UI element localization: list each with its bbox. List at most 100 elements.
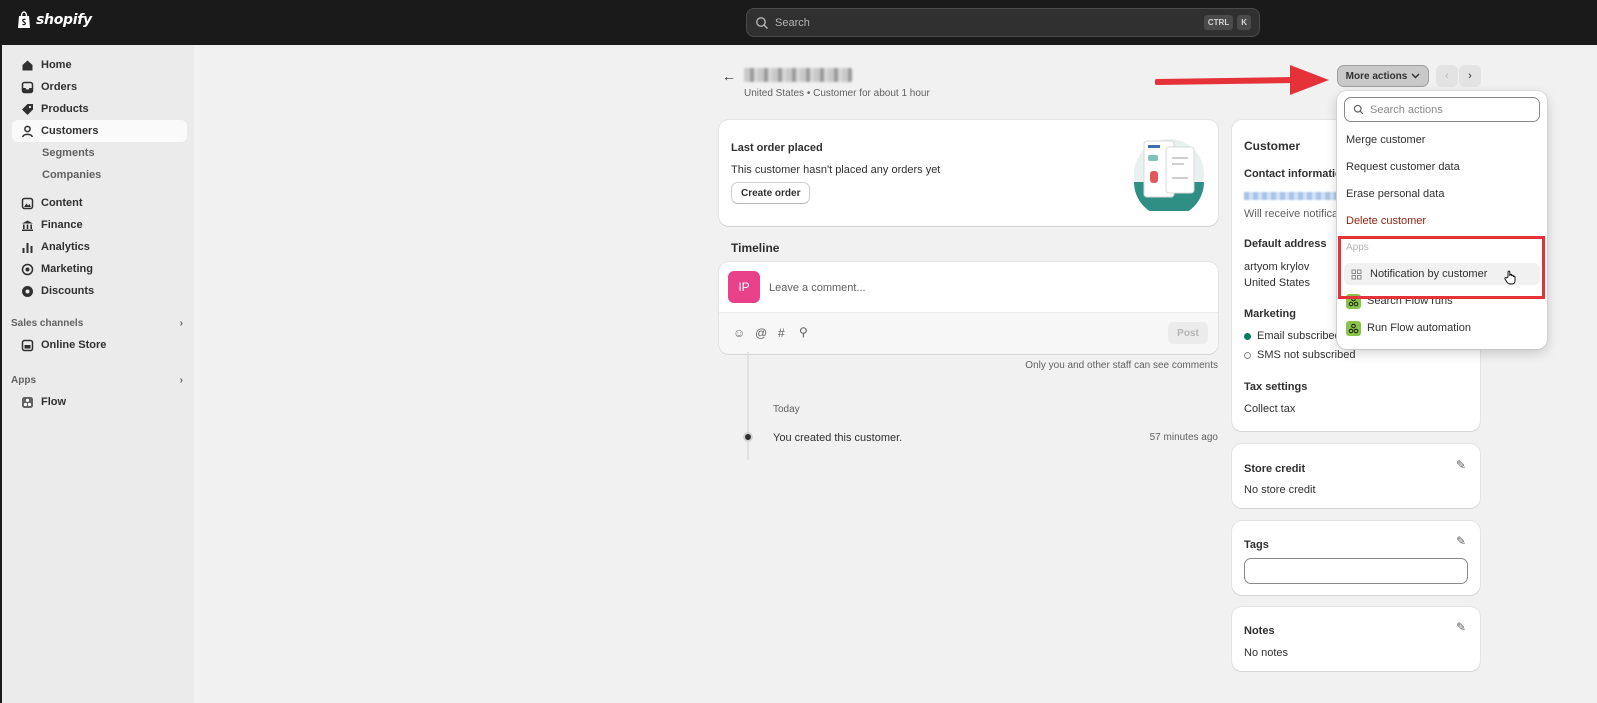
section-label: Apps	[11, 375, 36, 386]
sidebar-item-label: Customers	[41, 125, 99, 137]
app-item-label: Run Flow automation	[1367, 322, 1471, 334]
sales-channels-section[interactable]: Sales channels ›	[11, 318, 183, 329]
sidebar-item-analytics[interactable]: Analytics	[12, 236, 187, 258]
target-icon	[20, 262, 34, 276]
erase-personal-data-item[interactable]: Erase personal data	[1337, 183, 1547, 205]
merge-customer-item[interactable]: Merge customer	[1337, 129, 1547, 151]
section-label: Sales channels	[11, 318, 84, 329]
more-actions-button[interactable]: More actions	[1337, 65, 1429, 87]
shopify-logo[interactable]: shopify	[16, 11, 92, 29]
sidebar-item-label: Products	[41, 103, 89, 115]
order-illustration-icon	[1134, 139, 1204, 211]
timeline-day: Today	[773, 404, 800, 415]
logo-text: shopify	[36, 12, 92, 28]
content-icon	[20, 196, 34, 210]
timeline-event: You created this customer.	[773, 432, 903, 444]
search-icon	[756, 16, 768, 29]
create-order-button[interactable]: Create order	[731, 182, 811, 204]
sidebar-item-discounts[interactable]: Discounts	[12, 280, 187, 302]
request-customer-data-item[interactable]: Request customer data	[1337, 156, 1547, 178]
run-flow-automation-item[interactable]: Run Flow automation	[1337, 317, 1547, 339]
sidebar-item-content[interactable]: Content	[12, 192, 187, 214]
notif-text: Will receive notifica	[1244, 208, 1339, 220]
edit-pencil-icon[interactable]: ✎	[1456, 620, 1466, 634]
flow-app-icon	[1346, 320, 1361, 336]
gear-discount-icon	[20, 284, 34, 298]
sidebar-item-label: Finance	[41, 219, 83, 231]
timeline-event-time: 57 minutes ago	[1149, 432, 1218, 443]
sidebar-item-finance[interactable]: Finance	[12, 214, 187, 236]
emoji-icon[interactable]: ☺	[733, 326, 745, 340]
back-arrow-icon[interactable]: ←	[722, 68, 736, 84]
store-credit-value: No store credit	[1244, 484, 1316, 496]
bank-icon	[20, 218, 34, 232]
more-actions-dropdown: Search actions Merge customer Request cu…	[1337, 91, 1547, 349]
sidebar-item-label: Marketing	[41, 263, 93, 275]
sidebar-item-products[interactable]: Products	[12, 98, 187, 120]
tax-settings-title: Tax settings	[1244, 381, 1308, 393]
sidebar-item-label: Discounts	[41, 285, 95, 297]
sidebar-item-home[interactable]: Home	[12, 54, 187, 76]
mention-icon[interactable]: @	[755, 326, 767, 340]
apps-section[interactable]: Apps ›	[11, 375, 183, 386]
sidebar-item-flow[interactable]: Flow	[12, 391, 187, 413]
timeline-dot-icon	[743, 432, 753, 442]
last-order-card: Last order placed This customer hasn't p…	[719, 120, 1218, 226]
comment-input[interactable]: Leave a comment...	[769, 282, 866, 294]
sidebar-item-label: Content	[41, 197, 83, 209]
last-order-text: This customer hasn't placed any orders y…	[731, 164, 941, 176]
global-search[interactable]: Search CTRL K	[746, 8, 1260, 37]
customer-name-redacted	[744, 68, 852, 82]
edit-pencil-icon[interactable]: ✎	[1456, 534, 1466, 548]
store-credit-card: Store credit ✎ No store credit	[1232, 444, 1480, 508]
attachment-icon[interactable]: ⚲	[799, 325, 808, 339]
next-customer-button[interactable]: ›	[1459, 65, 1481, 87]
sidebar-item-companies[interactable]: Companies	[42, 169, 101, 181]
post-button[interactable]: Post	[1168, 322, 1208, 344]
kbd-ctrl: CTRL	[1203, 15, 1234, 30]
sidebar-item-marketing[interactable]: Marketing	[12, 258, 187, 280]
previous-customer-button[interactable]: ‹	[1436, 65, 1458, 87]
avatar: IP	[728, 271, 760, 303]
sidebar-item-label: Orders	[41, 81, 78, 93]
address-name: artyom krylov	[1244, 261, 1310, 273]
tag-icon	[20, 102, 34, 116]
timeline-title: Timeline	[731, 241, 780, 255]
flow-icon	[20, 395, 34, 409]
sidebar-item-online-store[interactable]: Online Store	[12, 334, 187, 356]
contact-info-title: Contact informatio	[1244, 168, 1342, 180]
tags-input[interactable]	[1244, 558, 1468, 584]
edit-pencil-icon[interactable]: ✎	[1456, 458, 1466, 472]
email-marketing-status: Email subscribed	[1244, 330, 1341, 342]
chevron-right-icon: ›	[179, 375, 183, 386]
search-actions-input[interactable]: Search actions	[1344, 97, 1540, 122]
notes-title: Notes	[1244, 625, 1275, 637]
tags-title: Tags	[1244, 539, 1269, 551]
hashtag-icon[interactable]: #	[778, 326, 785, 340]
person-icon	[20, 124, 34, 138]
sidebar: Home Orders Products Customers Segments …	[0, 45, 194, 703]
page-subtitle: United States • Customer for about 1 hou…	[744, 88, 930, 99]
kbd-k: K	[1237, 15, 1251, 30]
tax-value: Collect tax	[1244, 403, 1296, 415]
chart-icon	[20, 240, 34, 254]
more-actions-label: More actions	[1345, 70, 1408, 82]
address-country: United States	[1244, 277, 1311, 289]
sidebar-item-label: Analytics	[41, 241, 90, 253]
customer-card-title: Customer	[1244, 139, 1301, 153]
sidebar-item-label: Home	[41, 59, 72, 71]
comment-card: IP Leave a comment... ☺ @ # ⚲ Post	[719, 262, 1218, 354]
unsubscribed-dot-icon	[1244, 351, 1251, 359]
store-credit-title: Store credit	[1244, 463, 1306, 475]
delete-customer-item[interactable]: Delete customer	[1337, 210, 1547, 232]
chevron-down-icon	[1411, 73, 1420, 79]
tags-card: Tags ✎	[1232, 521, 1480, 595]
sidebar-item-orders[interactable]: Orders	[12, 76, 187, 98]
default-address-title: Default address	[1244, 238, 1327, 250]
home-icon	[20, 58, 34, 72]
sms-status-text: SMS not subscribed	[1257, 349, 1356, 361]
apps-highlight-box	[1338, 236, 1545, 299]
sidebar-item-customers[interactable]: Customers	[12, 120, 187, 142]
sidebar-item-segments[interactable]: Segments	[42, 147, 95, 159]
sidebar-item-label: Online Store	[41, 339, 107, 351]
